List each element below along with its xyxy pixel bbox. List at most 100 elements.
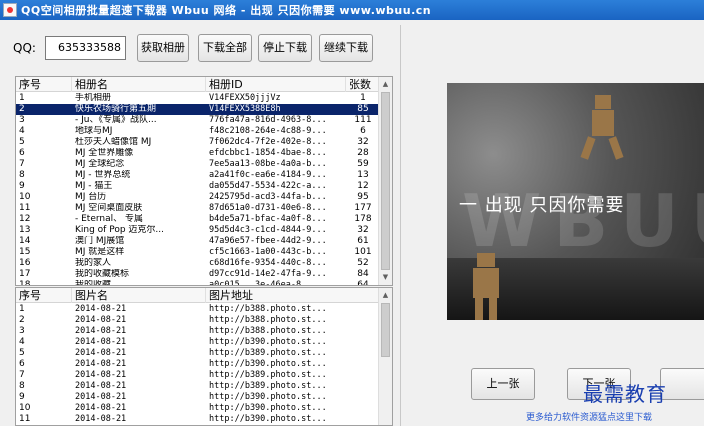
album-list-header: 序号 相册名 相册ID 张数 <box>16 77 392 92</box>
photo-cell-name: 2014-08-21 <box>75 337 127 347</box>
album-cell-id: V14FEXX5388E8h <box>209 104 281 114</box>
album-row[interactable]: 14 澳门 MJ展馆 47a96e57-fbee-44d2-9... 61 <box>16 236 392 247</box>
album-row[interactable]: 1 手机相册 V14FEXX50jjjVz 1 <box>16 93 392 104</box>
album-list[interactable]: 序号 相册名 相册ID 张数 1 手机相册 V14FEXX50jjjVz 1 2 快乐农场… <box>15 76 393 286</box>
album-row[interactable]: 4 地球与MJ f48c2108-264e-4c88-9... 6 <box>16 126 392 137</box>
album-row[interactable]: 13 King of Pop 迈克尔... 95d5d4c3-c1cd-4844-9… <box>16 225 392 236</box>
scroll-up-icon[interactable]: ▲ <box>379 289 392 302</box>
album-row[interactable]: 18 我的收藏 a0c015...3e-46ea-8... 64 <box>16 280 392 286</box>
album-list-scrollbar[interactable]: ▲ ▼ <box>378 77 392 285</box>
album-row[interactable]: 6 MJ 全世界雕像 efdcbbc1-1854-4bae-8... 28 <box>16 148 392 159</box>
photo-row[interactable]: 11 2014-08-21 http://b390.photo.st... <box>16 414 392 425</box>
album-cell-count: 59 <box>357 159 369 169</box>
photo-row[interactable]: 8 2014-08-21 http://b389.photo.st... <box>16 381 392 392</box>
album-row[interactable]: 3 - Ju、《专属》战队... 776fa47a-816d-4963-8... 11… <box>16 115 392 126</box>
album-row[interactable]: 5 杜莎夫人蜡像馆 MJ 7f062dc4-7f2e-402e-8... 32 <box>16 137 392 148</box>
scroll-up-icon[interactable]: ▲ <box>379 78 392 91</box>
album-cell-id: b4de5a71-bfac-4a0f-8... <box>209 214 327 224</box>
photo-list-scrollbar[interactable]: ▲ <box>378 288 392 425</box>
album-cell-name: MJ 台历 <box>75 192 107 202</box>
album-cell-id: a0c015...3e-46ea-8... <box>209 280 317 286</box>
album-cell-index: 6 <box>19 148 25 158</box>
album-cell-id: 95d5d4c3-c1cd-4844-9... <box>209 225 327 235</box>
download-all-button[interactable]: 下载全部 <box>198 34 252 62</box>
album-row[interactable]: 2 快乐农场骑行第五期 V14FEXX5388E8h 85 <box>16 104 392 115</box>
photo-cell-url: http://b389.photo.st... <box>209 381 327 391</box>
album-cell-index: 13 <box>19 225 31 235</box>
album-row[interactable]: 17 我的收藏模标 d97cc91d-14e2-47fa-9... 84 <box>16 269 392 280</box>
photo-cell-url: http://b390.photo.st... <box>209 359 327 369</box>
album-cell-id: 2425795d-acd3-44fa-b... <box>209 192 327 202</box>
album-cell-count: 84 <box>357 269 369 279</box>
album-cell-count: 13 <box>357 170 369 180</box>
photo-row[interactable]: 2 2014-08-21 http://b388.photo.st... <box>16 315 392 326</box>
photo-row[interactable]: 5 2014-08-21 http://b389.photo.st... <box>16 348 392 359</box>
photo-row[interactable]: 4 2014-08-21 http://b390.photo.st... <box>16 337 392 348</box>
album-col-name[interactable]: 相册名 <box>72 77 206 92</box>
prev-image-button[interactable]: 上一张 <box>471 368 535 400</box>
photo-cell-name: 2014-08-21 <box>75 381 127 391</box>
album-row[interactable]: 8 MJ - 世界总统 a2a41f0c-ea6e-4184-9... 13 <box>16 170 392 181</box>
photo-list[interactable]: 序号 图片名 图片地址 1 2014-08-21 http://b388.photo… <box>15 287 393 426</box>
album-row[interactable]: 15 MJ 就是这样 cf5c1663-1a00-443c-b... 101 <box>16 247 392 258</box>
album-row[interactable]: 11 MJ 空间桌面皮肤 87d651a0-d731-40e6-8... 177 <box>16 203 392 214</box>
photo-col-url[interactable]: 图片地址 <box>206 288 380 303</box>
stop-download-button[interactable]: 停止下载 <box>258 34 312 62</box>
more-software-link[interactable]: 更多给力软件资源猛点这里下载 <box>526 410 652 423</box>
continue-download-button[interactable]: 继续下载 <box>319 34 373 62</box>
album-col-count[interactable]: 张数 <box>346 77 380 92</box>
photo-cell-url: http://b388.photo.st... <box>209 315 327 325</box>
photo-cell-name: 2014-08-21 <box>75 414 127 424</box>
photo-cell-url: http://b390.photo.st... <box>209 403 327 413</box>
photo-cell-name: 2014-08-21 <box>75 304 127 314</box>
photo-cell-index: 10 <box>19 403 31 413</box>
album-col-index[interactable]: 序号 <box>16 77 72 92</box>
title-bar[interactable]: QQ空间相册批量超速下载器 Wbuu 网络 - 出现 只因你需要 www.wbu… <box>0 0 704 20</box>
photo-cell-index: 11 <box>19 414 31 424</box>
album-cell-id: d97cc91d-14e2-47fa-9... <box>209 269 327 279</box>
photo-cell-name: 2014-08-21 <box>75 403 127 413</box>
watermark-text: 最需教育 <box>583 382 667 406</box>
photo-col-index[interactable]: 序号 <box>16 288 72 303</box>
get-albums-button[interactable]: 获取相册 <box>137 34 189 62</box>
photo-col-name[interactable]: 图片名 <box>72 288 206 303</box>
scroll-down-icon[interactable]: ▼ <box>379 271 392 284</box>
album-cell-name: 杜莎夫人蜡像馆 MJ <box>75 137 152 147</box>
qq-label: QQ: <box>13 41 36 55</box>
album-row[interactable]: 10 MJ 台历 2425795d-acd3-44fa-b... 95 <box>16 192 392 203</box>
album-cell-id: 7ee5aa13-08be-4a0a-b... <box>209 159 327 169</box>
album-cell-index: 10 <box>19 192 31 202</box>
album-row[interactable]: 9 MJ - 猫王 da055d47-5534-422c-a... 12 <box>16 181 392 192</box>
album-cell-index: 12 <box>19 214 31 224</box>
photo-cell-url: http://b389.photo.st... <box>209 370 327 380</box>
photo-row[interactable]: 9 2014-08-21 http://b390.photo.st... <box>16 392 392 403</box>
app-icon <box>3 3 17 17</box>
album-cell-id: da055d47-5534-422c-a... <box>209 181 327 191</box>
photo-row[interactable]: 3 2014-08-21 http://b388.photo.st... <box>16 326 392 337</box>
photo-row[interactable]: 10 2014-08-21 http://b390.photo.st... <box>16 403 392 414</box>
photo-cell-name: 2014-08-21 <box>75 348 127 358</box>
photo-row[interactable]: 1 2014-08-21 http://b388.photo.st... <box>16 304 392 315</box>
album-cell-count: 101 <box>354 247 372 257</box>
album-col-id[interactable]: 相册ID <box>206 77 346 92</box>
photo-scroll-thumb[interactable] <box>381 303 390 357</box>
album-row[interactable]: 7 MJ 全球纪念 7ee5aa13-08be-4a0a-b... 59 <box>16 159 392 170</box>
photo-cell-url: http://b388.photo.st... <box>209 326 327 336</box>
preview-figure-leg <box>608 136 624 160</box>
preview-tagline: 一 出现 只因你需要 <box>459 195 625 216</box>
album-row[interactable]: 12 - Eternal、 专属 b4de5a71-bfac-4a0f-8... 17… <box>16 214 392 225</box>
album-scroll-thumb[interactable] <box>381 92 390 270</box>
album-row[interactable]: 16 我的家人 c68d16fe-9354-440c-8... 52 <box>16 258 392 269</box>
album-cell-count: 111 <box>354 115 372 125</box>
photo-cell-url: http://b389.photo.st... <box>209 348 327 358</box>
album-cell-name: MJ 全球纪念 <box>75 159 125 169</box>
album-cell-count: 32 <box>357 225 369 235</box>
qq-number-input[interactable]: 635333588 <box>45 36 126 60</box>
photo-row[interactable]: 6 2014-08-21 http://b390.photo.st... <box>16 359 392 370</box>
album-cell-name: 我的收藏模标 <box>75 269 130 279</box>
album-cell-name: MJ 空间桌面皮肤 <box>75 203 143 213</box>
photo-row[interactable]: 7 2014-08-21 http://b389.photo.st... <box>16 370 392 381</box>
album-cell-name: MJ - 世界总统 <box>75 170 131 180</box>
album-cell-name: MJ - 猫王 <box>75 181 113 191</box>
preview-figure-leg <box>475 298 483 320</box>
